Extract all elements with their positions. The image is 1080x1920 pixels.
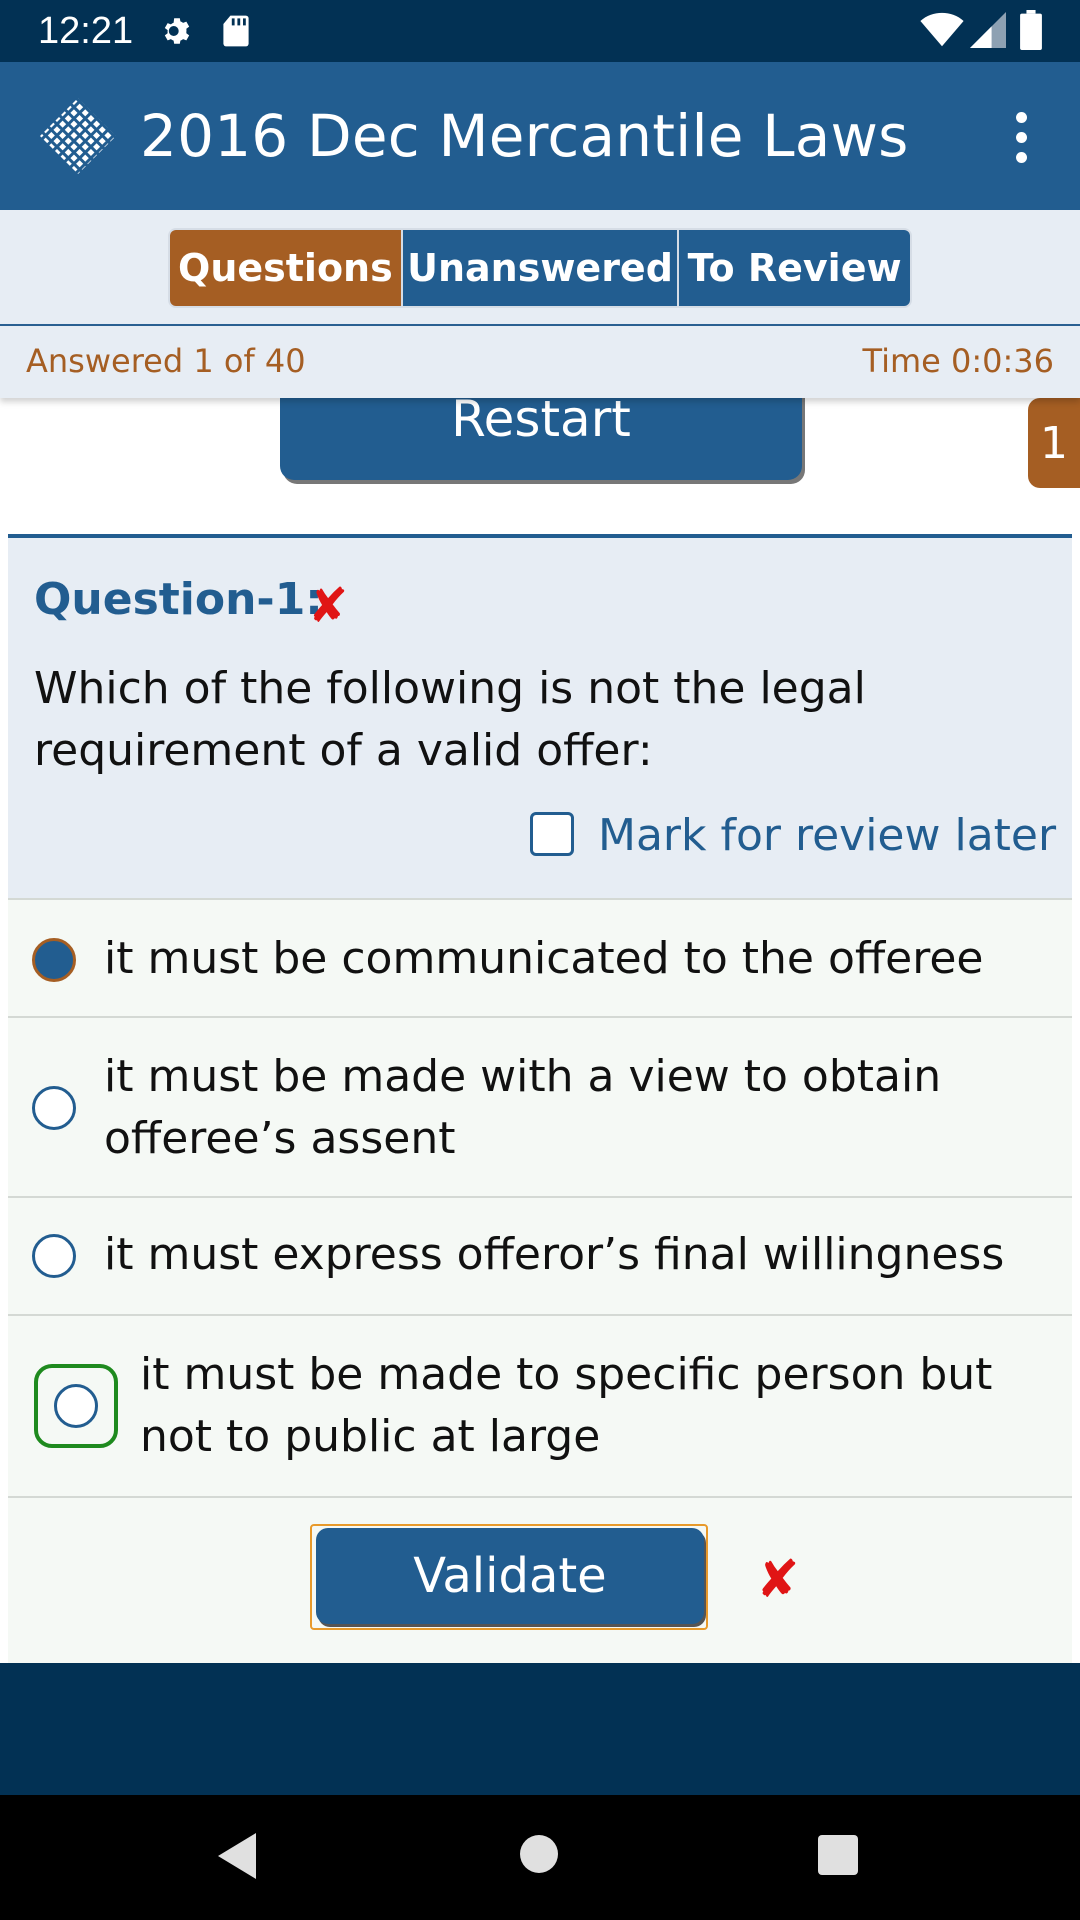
status-time: 12:21 <box>38 10 134 52</box>
question-number-tab[interactable]: 1 <box>1028 398 1080 488</box>
option-text: it must express offeror’s final willingn… <box>104 1229 1005 1280</box>
radio-selected-icon[interactable] <box>32 938 76 982</box>
system-nav-bar <box>0 1795 1080 1920</box>
back-icon[interactable] <box>216 1831 260 1881</box>
question-panel: Question-1: ✘ Which of the following is … <box>8 534 1072 898</box>
app-bar: 2016 Dec Mercantile Laws <box>0 62 1080 210</box>
question-text: Which of the following is not the legal … <box>34 663 866 776</box>
radio-icon[interactable] <box>32 1086 76 1130</box>
wrong-result-icon: ✘ <box>756 1550 800 1610</box>
progress-bar: Answered 1 of 40 Time 0:0:36 <box>0 326 1080 398</box>
sd-card-icon <box>223 15 249 47</box>
recent-apps-icon[interactable] <box>818 1835 858 1875</box>
footer-band <box>0 1663 1080 1795</box>
review-checkbox[interactable] <box>530 812 574 856</box>
radio-icon[interactable] <box>32 1234 76 1278</box>
option-text: it must be made to specific person but n… <box>140 1349 993 1462</box>
question-heading: Question-1: <box>34 574 323 625</box>
gear-icon <box>164 18 190 44</box>
option-2[interactable]: it must be made with a view to obtain of… <box>8 1016 1072 1198</box>
tab-questions[interactable]: Questions <box>170 230 401 306</box>
more-vertical-icon[interactable] <box>1000 110 1044 166</box>
elapsed-time: Time 0:0:36 <box>862 342 1054 380</box>
radio-icon[interactable] <box>54 1384 98 1428</box>
app-title: 2016 Dec Mercantile Laws <box>140 102 909 170</box>
wrong-answer-icon: ✘ <box>308 578 349 634</box>
option-4[interactable]: it must be made to specific person but n… <box>8 1314 1072 1498</box>
option-text: it must be made with a view to obtain of… <box>104 1051 942 1164</box>
answered-count: Answered 1 of 40 <box>26 342 306 380</box>
app-logo-icon <box>40 98 116 174</box>
tab-unanswered[interactable]: Unanswered <box>400 230 678 306</box>
tab-bar: Questions Unanswered To Review <box>0 210 1080 326</box>
cell-signal-icon <box>970 12 1006 48</box>
battery-icon <box>1020 10 1042 50</box>
status-bar: 12:21 <box>0 0 1080 62</box>
review-label[interactable]: Mark for review later <box>598 810 1056 861</box>
option-1[interactable]: it must be communicated to the offeree <box>8 898 1072 1018</box>
option-3[interactable]: it must express offeror’s final willingn… <box>8 1196 1072 1316</box>
home-icon[interactable] <box>520 1835 558 1873</box>
tab-group: Questions Unanswered To Review <box>168 228 912 308</box>
wifi-icon <box>920 12 964 47</box>
validate-button[interactable]: Validate <box>316 1528 704 1624</box>
tab-to-review[interactable]: To Review <box>677 230 910 306</box>
option-text: it must be communicated to the offeree <box>104 933 984 984</box>
